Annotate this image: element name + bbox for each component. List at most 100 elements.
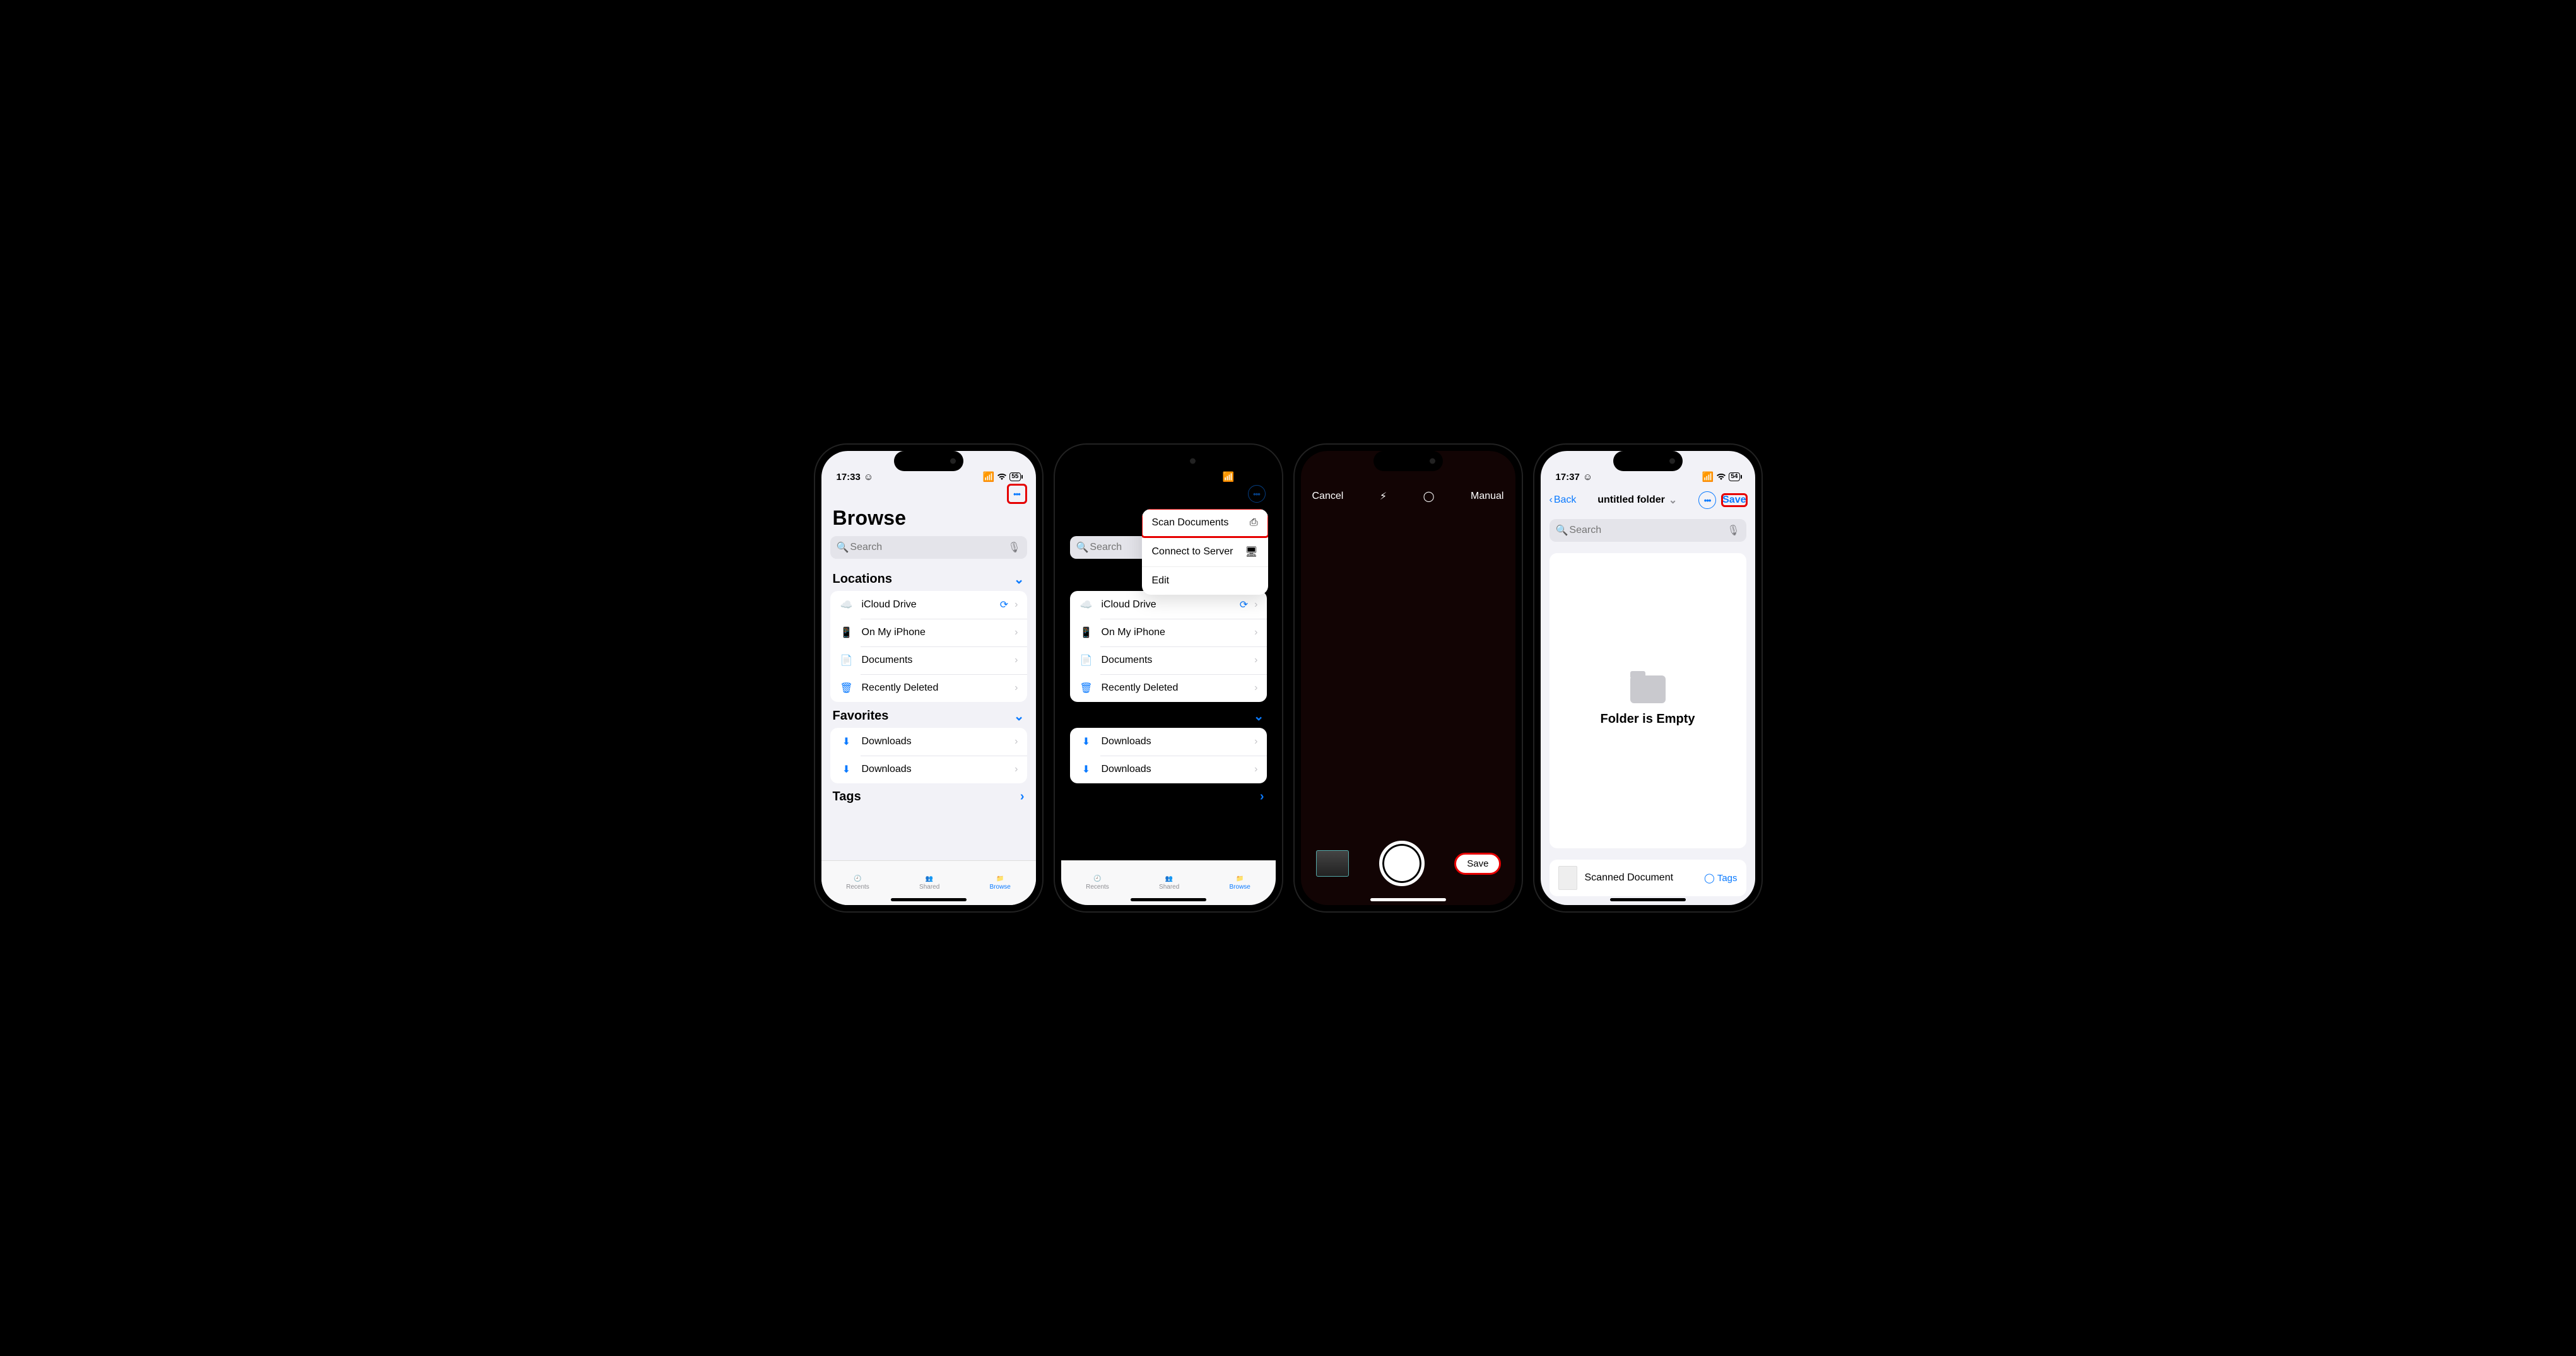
chevron-right-icon: › [1254,764,1257,775]
tab-browse[interactable]: 📁Browse [1230,875,1250,891]
tags-header[interactable]: Tags › [1061,783,1276,808]
more-menu-button[interactable]: ••• [1698,491,1716,509]
folder-title-button[interactable]: untitled folder ⌄ [1597,494,1677,506]
flash-icon[interactable]: ⚡︎ [1380,490,1387,503]
chevron-down-icon: ⌄ [1014,708,1025,724]
scanner-bottom-bar: Save [1301,831,1515,905]
folder-title: untitled folder [1597,494,1665,506]
location-onmyiphone[interactable]: 📱 On My iPhone › [830,619,1027,646]
tab-browse[interactable]: 📁Browse [990,875,1011,891]
smiley-icon: ☺ [1583,472,1592,482]
back-button[interactable]: ‹Back [1550,494,1577,506]
mic-icon[interactable]: 🎙 [1727,524,1739,537]
nav-bar: ‹Back untitled folder ⌄ ••• Save [1541,484,1755,517]
more-menu-button[interactable]: ••• [1008,485,1026,503]
scan-thumbnail[interactable] [1316,850,1349,877]
tags-button[interactable]: ◯Tags [1704,872,1737,884]
phone-save: 17:37 ☺ 📶 54 ‹Back untitled folder⌄ ••• … [1534,445,1761,911]
search-input[interactable] [849,541,1008,554]
row-label: Recently Deleted [862,682,939,694]
tab-label: Shared [1159,884,1179,891]
cancel-button[interactable]: Cancel [1312,491,1344,502]
favorite-downloads[interactable]: ⬇︎ Downloads › [830,728,1027,756]
location-onmyiphone[interactable]: 📱On My iPhone› [1070,619,1267,646]
row-label: Downloads [1102,764,1151,775]
favorite-downloads[interactable]: ⬇︎Downloads› [1070,728,1267,756]
scan-icon: ⎙ [1250,517,1258,529]
cloud-icon: ☁️ [1079,599,1094,611]
locations-label: Locations [833,572,892,587]
more-menu-button[interactable]: ••• [1248,485,1266,503]
location-recently-deleted[interactable]: 🗑 Recently Deleted › [830,674,1027,702]
row-label: Documents [862,655,913,666]
home-indicator[interactable] [891,898,967,901]
filter-icon[interactable]: ◯ [1423,490,1435,503]
tab-shared[interactable]: 👥Shared [919,875,939,891]
tab-recents[interactable]: 🕘Recents [1086,875,1109,891]
home-indicator[interactable] [1370,898,1446,901]
sync-icon: ⟳ [1000,599,1008,611]
chevron-right-icon: › [1260,790,1264,804]
cellular-icon: 📶 [983,471,995,482]
wifi-icon [1716,473,1726,481]
folder-icon: 📁 [1236,875,1244,882]
chevron-down-icon: ⌄ [1669,494,1677,506]
row-label: Downloads [862,764,912,775]
favorite-downloads[interactable]: ⬇︎ Downloads › [830,756,1027,783]
menu-scan-documents[interactable]: Scan Documents ⎙ [1142,509,1268,537]
clock: 17:37 [1556,472,1580,482]
locations-list: ☁️ iCloud Drive ⟳› 📱 On My iPhone › 📄 Do… [830,591,1027,702]
menu-item-label: Connect to Server [1152,546,1233,558]
location-recently-deleted[interactable]: 🗑Recently Deleted› [1070,674,1267,702]
chevron-right-icon: › [1015,627,1018,638]
save-scan-button[interactable]: Save [1456,854,1500,874]
row-label: iCloud Drive [1102,599,1156,611]
search-icon: 🔍 [1556,524,1568,537]
save-button[interactable]: Save [1722,494,1746,506]
tags-label: Tags [1717,873,1738,884]
favorite-downloads[interactable]: ⬇︎ Downloads › [1070,756,1267,783]
search-input[interactable] [1568,524,1727,537]
favorites-list: ⬇︎Downloads› ⬇︎Downloads› [1070,728,1267,783]
download-icon: ⬇︎ [1079,763,1094,776]
tab-shared[interactable]: 👥Shared [1159,875,1179,891]
back-label: Back [1554,494,1577,506]
wifi-icon [1237,473,1247,481]
cellular-icon: 📶 [1223,471,1235,482]
home-indicator[interactable] [1131,898,1206,901]
row-label: Documents [1102,655,1153,666]
chevron-right-icon: › [1254,655,1257,666]
documents-app-icon: 📄 [1079,654,1094,667]
chevron-left-icon: ‹ [1550,494,1553,506]
battery-icon: 55 [1009,472,1020,481]
search-field[interactable]: 🔍 🎙 [1550,519,1746,542]
home-indicator[interactable] [1610,898,1686,901]
favorites-header[interactable]: Favorites ⌄ [1061,702,1276,728]
favorites-header[interactable]: Favorites ⌄ [821,702,1036,728]
location-icloud[interactable]: ☁️iCloud Drive⟳› [1070,591,1267,619]
menu-edit[interactable]: Edit [1142,566,1268,595]
mic-icon[interactable]: 🎙 [1008,541,1020,554]
locations-header[interactable]: Locations ⌄ [821,565,1036,591]
menu-item-label: Edit [1152,575,1170,587]
tab-label: Shared [919,884,939,891]
scanned-document-row[interactable]: Scanned Document ◯Tags [1550,860,1746,896]
tab-recents[interactable]: 🕘Recents [846,875,869,891]
search-field[interactable]: 🔍 🎙 [830,536,1027,559]
phone-icon: 📱 [839,626,854,639]
download-icon: ⬇︎ [1079,735,1094,748]
tag-icon: ◯ [1704,872,1715,884]
location-icloud[interactable]: ☁️ iCloud Drive ⟳› [830,591,1027,619]
smiley-icon: ☺ [1103,472,1113,482]
phone-browse: 17:33 ☺ 📶 55 ••• Browse 🔍 🎙 Locations ⌄ … [815,445,1042,911]
clock-icon: 🕘 [854,875,861,882]
menu-connect-server[interactable]: Connect to Server 🖥 [1142,537,1268,566]
mode-toggle[interactable]: Manual [1471,491,1503,502]
download-icon: ⬇︎ [839,735,854,748]
shutter-button[interactable] [1379,841,1425,886]
row-label: On My iPhone [1102,627,1165,638]
chevron-right-icon: › [1254,599,1257,611]
tags-header[interactable]: Tags › [821,783,1036,808]
location-documents[interactable]: 📄 Documents › [830,646,1027,674]
location-documents[interactable]: 📄 Documents › [1070,646,1267,674]
